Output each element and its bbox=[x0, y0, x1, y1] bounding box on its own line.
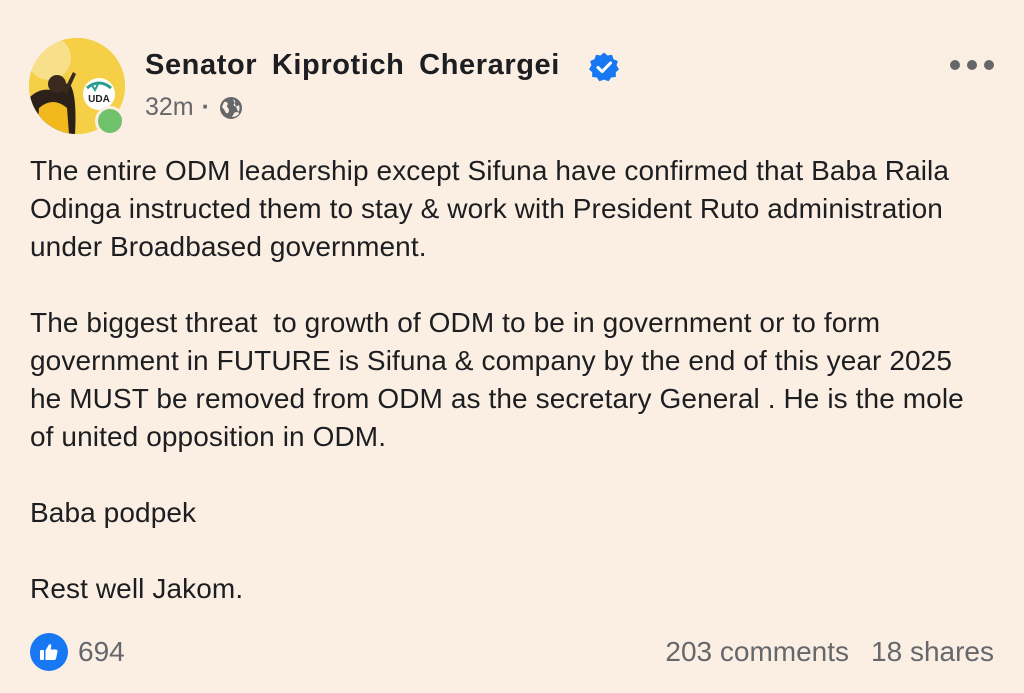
reactions-count: 694 bbox=[78, 636, 125, 667]
verified-badge-icon bbox=[589, 52, 619, 82]
reactions-summary[interactable]: 694 bbox=[30, 633, 125, 671]
post-paragraph: Rest well Jakom. bbox=[30, 573, 244, 604]
post-time[interactable]: 32m bbox=[145, 93, 194, 122]
post-paragraph: The entire ODM leadership except Sifuna … bbox=[30, 155, 957, 262]
more-dot-icon bbox=[967, 60, 977, 70]
more-dot-icon bbox=[984, 60, 994, 70]
post-meta: 32m · bbox=[145, 93, 244, 122]
like-reaction-icon bbox=[30, 633, 68, 671]
globe-icon[interactable] bbox=[218, 95, 244, 121]
more-dot-icon bbox=[950, 60, 960, 70]
post-paragraph: The biggest threat to growth of ODM to b… bbox=[30, 307, 972, 452]
post-card: UDA Senator Kiprotich Cherargei 32m · Th… bbox=[0, 0, 1024, 693]
post-text: The entire ODM leadership except Sifuna … bbox=[30, 152, 990, 646]
more-options-button[interactable] bbox=[950, 58, 994, 72]
meta-separator: · bbox=[201, 93, 210, 121]
shares-count-link[interactable]: 18 shares bbox=[871, 636, 994, 668]
svg-text:UDA: UDA bbox=[88, 94, 110, 105]
post-paragraph: Baba podpek bbox=[30, 497, 197, 528]
online-status-dot bbox=[95, 106, 125, 136]
comments-count-link[interactable]: 203 comments bbox=[665, 636, 849, 668]
author-name[interactable]: Senator Kiprotich Cherargei bbox=[145, 49, 560, 82]
engagement-stats: 203 comments 18 shares bbox=[665, 636, 994, 668]
